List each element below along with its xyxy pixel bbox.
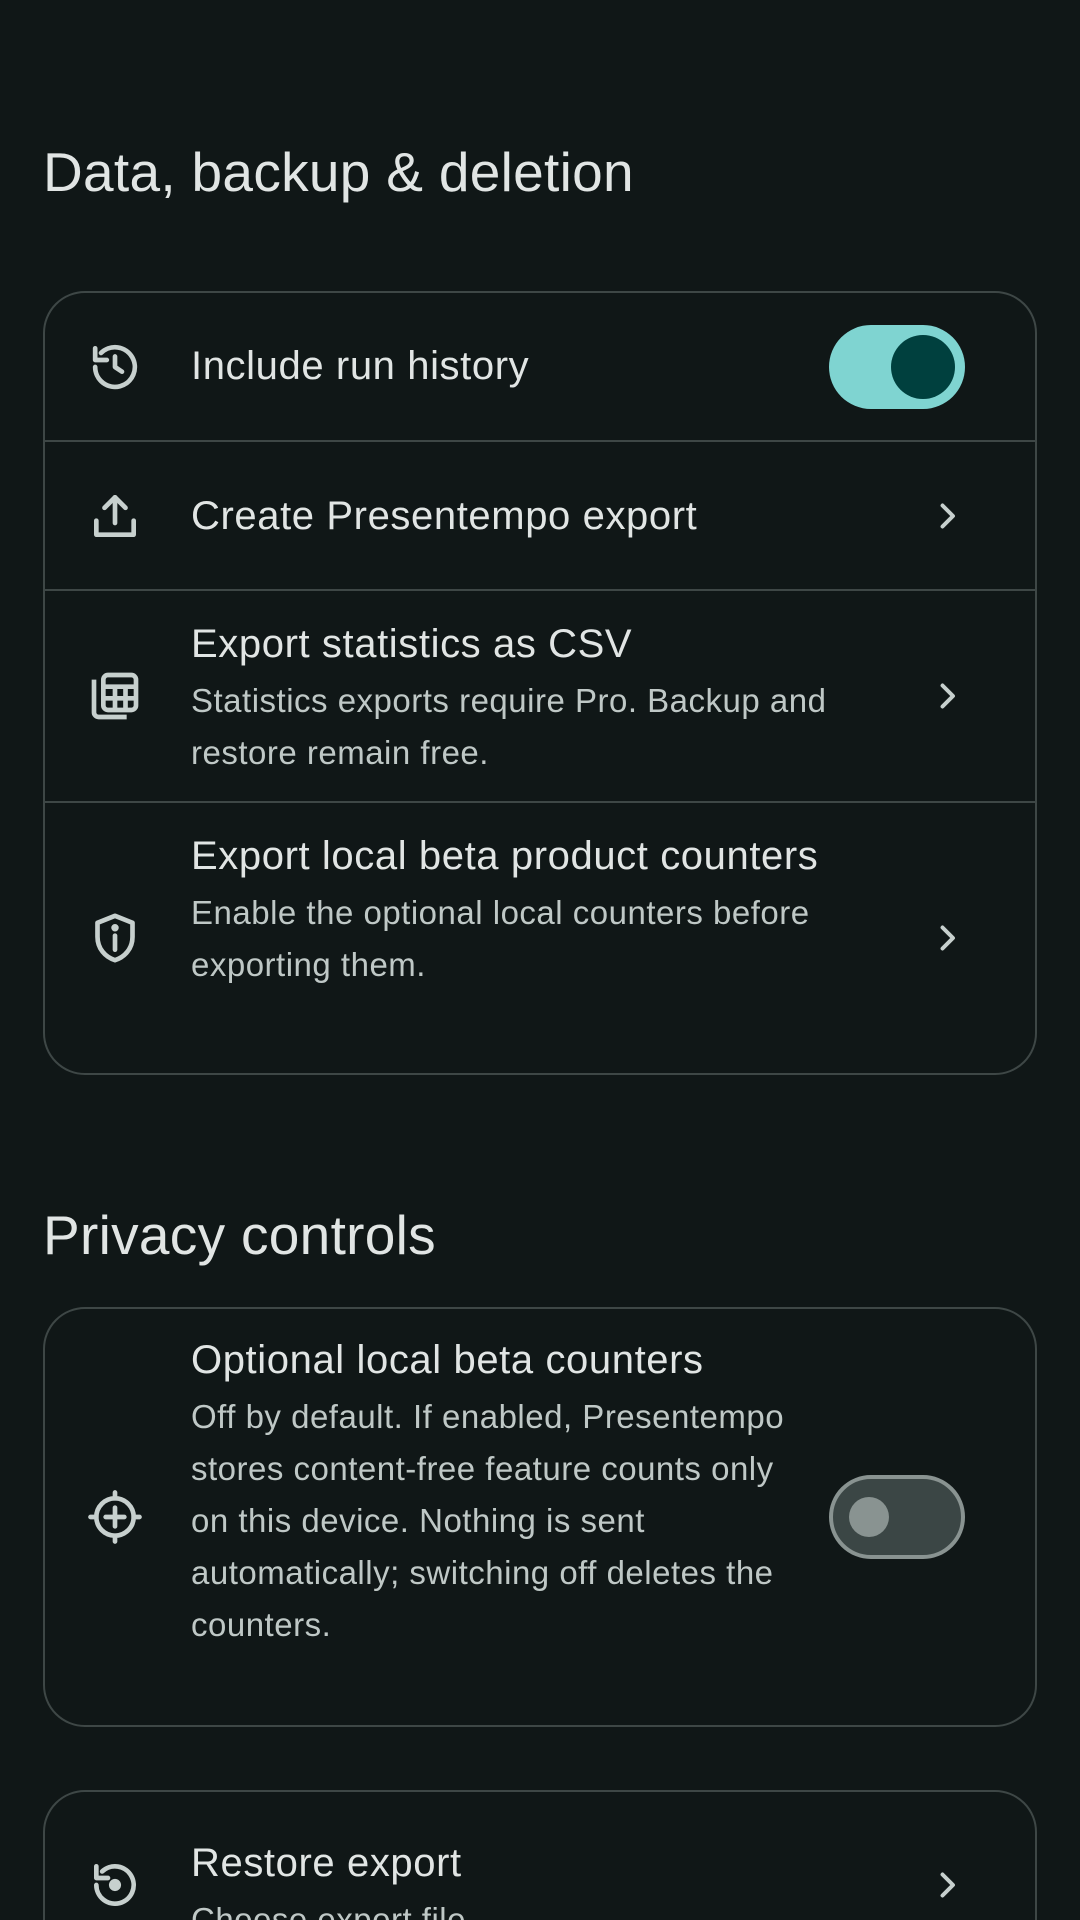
include-run-history-row[interactable]: Include run history xyxy=(45,293,1035,440)
restore-export-row[interactable]: Restore export Choose export file xyxy=(45,1792,1035,1920)
row-title: Create Presentempo export xyxy=(191,494,698,538)
row-title: Restore export xyxy=(191,1841,462,1885)
chevron-right-icon xyxy=(940,503,955,528)
beta-counters-row[interactable]: Optional local beta counters Off by defa… xyxy=(45,1309,1035,1725)
restore-icon xyxy=(85,1855,145,1915)
toggle-knob xyxy=(891,334,955,399)
privacy-card: Optional local beta counters Off by defa… xyxy=(43,1307,1037,1727)
history-icon xyxy=(85,337,145,397)
row-title: Export statistics as CSV xyxy=(191,622,633,666)
shield-info-icon xyxy=(85,908,145,968)
create-export-row[interactable]: Create Presentempo export xyxy=(45,440,1035,589)
chevron-right-icon xyxy=(940,683,955,709)
row-subtitle: Choose export file xyxy=(191,1901,466,1920)
section-title-privacy: Privacy controls xyxy=(43,1204,436,1266)
export-counters-row[interactable]: Export local beta product counters Enabl… xyxy=(45,801,1035,1073)
beta-counters-toggle[interactable] xyxy=(829,1475,965,1559)
toggle-knob xyxy=(849,1497,889,1537)
chevron-right-icon xyxy=(940,925,955,951)
settings-page: Data, backup & deletion Include run hist… xyxy=(0,0,1080,1920)
row-subtitle: Enable the optional local counters befor… xyxy=(191,894,810,983)
row-title: Include run history xyxy=(191,344,530,388)
upload-icon xyxy=(85,486,145,546)
restore-card: Restore export Choose export file xyxy=(43,1790,1037,1920)
spreadsheet-icon xyxy=(85,666,145,726)
row-subtitle: Off by default. If enabled, Presentempo … xyxy=(191,1398,785,1643)
section-title-data: Data, backup & deletion xyxy=(43,141,634,203)
chevron-right-icon xyxy=(940,1872,955,1898)
data-card: Include run history Create Presentempo e… xyxy=(43,291,1037,1075)
row-title: Optional local beta counters xyxy=(191,1338,704,1382)
row-subtitle: Statistics exports require Pro. Backup a… xyxy=(191,682,827,771)
run-history-toggle[interactable] xyxy=(829,324,965,409)
export-csv-row[interactable]: Export statistics as CSV Statistics expo… xyxy=(45,589,1035,801)
row-title: Export local beta product counters xyxy=(191,834,819,878)
add-circle-icon xyxy=(85,1487,145,1547)
